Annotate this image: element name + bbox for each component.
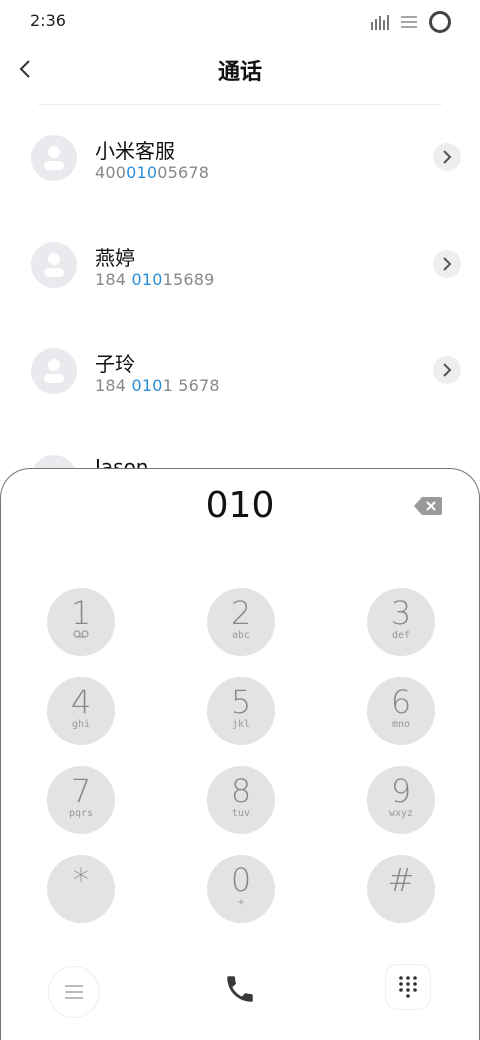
- keypad-icon: [399, 976, 417, 998]
- contact-row[interactable]: 燕婷 184 01015689: [0, 212, 480, 318]
- key-digit: 9: [390, 772, 412, 810]
- contact-detail-button[interactable]: [433, 250, 461, 278]
- key-letters: ghi: [71, 719, 91, 730]
- key-8[interactable]: 8 tuv: [207, 766, 275, 834]
- number-suffix: 05678: [157, 163, 210, 182]
- avatar: [31, 135, 77, 181]
- contact-number: 40001005678: [95, 163, 209, 182]
- key-letters: tuv: [231, 808, 251, 819]
- status-bar: 2:36: [0, 0, 480, 40]
- key-digit: 0: [230, 861, 252, 899]
- contact-row[interactable]: 小米客服 40001005678: [0, 105, 480, 211]
- dialpad-panel: 010 1 2 abc 3 def 4 ghi 5 jkl 6 mno 7 pq…: [0, 468, 480, 1040]
- key-hash[interactable]: #: [367, 855, 435, 923]
- signal-icon: [371, 15, 389, 30]
- phone-icon: [227, 976, 253, 1002]
- key-digit: 7: [70, 772, 92, 810]
- key-letters: mno: [391, 719, 411, 730]
- dialed-number-display[interactable]: 010: [1, 485, 479, 526]
- avatar: [31, 348, 77, 394]
- key-5[interactable]: 5 jkl: [207, 677, 275, 745]
- app-header: 通话: [0, 44, 480, 100]
- contact-number: 184 0101 5678: [95, 376, 220, 395]
- number-prefix: 184: [95, 376, 132, 395]
- key-1[interactable]: 1: [47, 588, 115, 656]
- key-letters: pqrs: [68, 808, 94, 819]
- key-digit: 1: [70, 594, 92, 632]
- key-letters: def: [391, 630, 411, 641]
- key-letters: jkl: [231, 719, 251, 730]
- key-digit: #: [387, 861, 415, 899]
- number-match: 010: [131, 270, 163, 289]
- key-3[interactable]: 3 def: [367, 588, 435, 656]
- backspace-button[interactable]: [413, 495, 443, 517]
- key-6[interactable]: 6 mno: [367, 677, 435, 745]
- menu-icon: [65, 985, 83, 999]
- page-title: 通话: [217, 60, 262, 85]
- key-digit: 4: [70, 683, 92, 721]
- voicemail-icon: [73, 630, 89, 638]
- number-suffix: 15689: [162, 270, 215, 289]
- menu-button[interactable]: [48, 966, 100, 1018]
- contact-number: 184 01015689: [95, 270, 214, 289]
- chevron-right-icon: [443, 257, 452, 271]
- number-prefix: 184: [95, 270, 132, 289]
- status-icons: [370, 10, 452, 34]
- key-digit: 5: [230, 683, 252, 721]
- contact-row[interactable]: 子玲 184 0101 5678: [0, 318, 480, 424]
- call-button[interactable]: [215, 964, 265, 1014]
- keypad-toggle-button[interactable]: [385, 964, 431, 1010]
- key-letters: abc: [231, 630, 251, 641]
- contact-detail-button[interactable]: [433, 356, 461, 384]
- contact-detail-button[interactable]: [433, 143, 461, 171]
- key-letters: [47, 630, 115, 641]
- key-4[interactable]: 4 ghi: [47, 677, 115, 745]
- number-suffix: 1 5678: [162, 376, 220, 395]
- key-digit: 8: [230, 772, 252, 810]
- key-7[interactable]: 7 pqrs: [47, 766, 115, 834]
- status-time: 2:36: [30, 11, 66, 30]
- number-prefix: 400: [95, 163, 127, 182]
- bottom-action-bar: [0, 958, 480, 1028]
- person-icon: [44, 359, 64, 383]
- key-2[interactable]: 2 abc: [207, 588, 275, 656]
- key-digit: 6: [390, 683, 412, 721]
- key-letters: wxyz: [388, 808, 414, 819]
- key-digit: 3: [390, 594, 412, 632]
- chevron-right-icon: [443, 363, 452, 377]
- chevron-right-icon: [443, 150, 452, 164]
- backspace-icon: [414, 497, 442, 515]
- person-icon: [44, 146, 64, 170]
- contact-name: 小米客服: [95, 139, 175, 163]
- key-digit: *: [73, 861, 89, 899]
- contact-name: 燕婷: [95, 246, 135, 270]
- key-digit: 2: [230, 594, 252, 632]
- settings-sliders-icon: [401, 16, 417, 28]
- key-9[interactable]: 9 wxyz: [367, 766, 435, 834]
- number-match: 010: [126, 163, 158, 182]
- number-match: 010: [131, 376, 163, 395]
- battery-ring-icon: [429, 11, 451, 33]
- key-letters: +: [237, 897, 245, 908]
- contact-name: 子玲: [95, 352, 135, 376]
- avatar: [31, 242, 77, 288]
- key-0[interactable]: 0 +: [207, 855, 275, 923]
- person-icon: [44, 253, 64, 277]
- key-star[interactable]: *: [47, 855, 115, 923]
